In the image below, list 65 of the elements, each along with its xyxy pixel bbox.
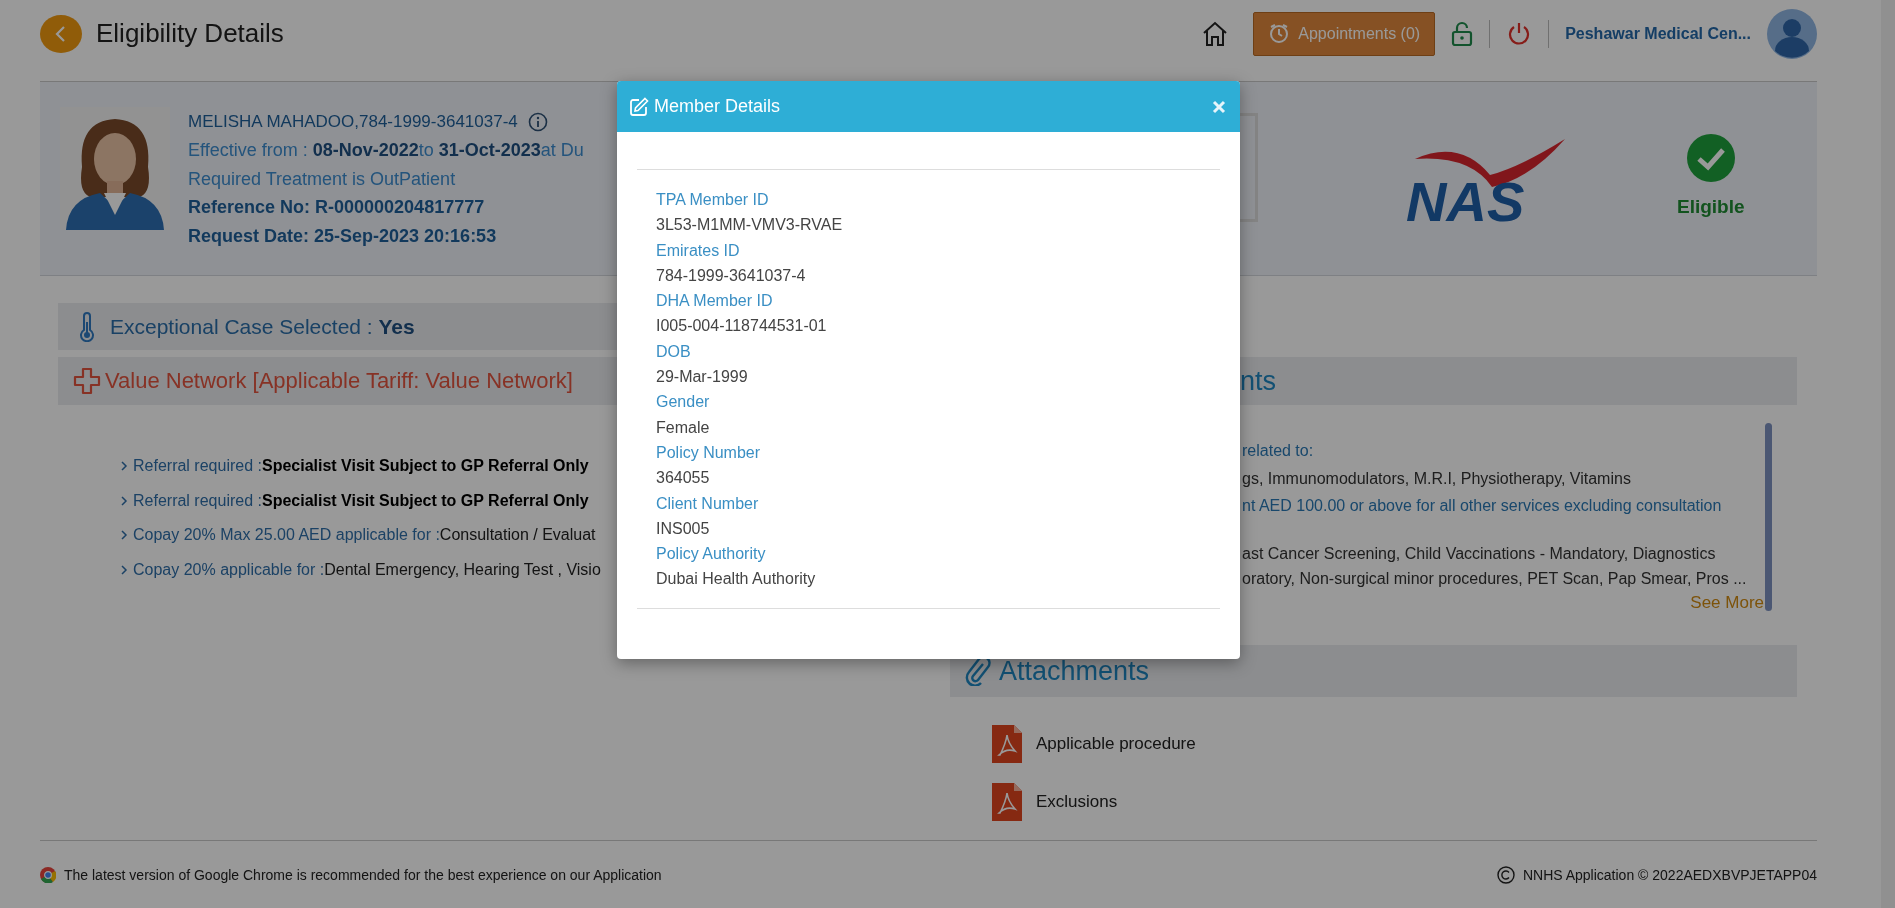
requirement-label: related to: [1242,441,1315,461]
field-label: Client Number [656,493,759,514]
eligibility-status: Eligible [1677,196,1745,218]
dialog-title: Member Details [654,96,781,117]
field-value: INS005 [656,518,710,539]
pdf-icon[interactable] [992,783,1022,821]
field-label: DOB [656,341,691,362]
requirement-text: gs, Immunomodulators, M.R.I, Physiotherapy, Vitamins [1242,469,1632,489]
chevron-icon [120,529,128,541]
copyright-text: NNHS Application © 2022AEDXBVPJETAPP04 [1522,866,1817,883]
see-more-link[interactable]: See More [1690,593,1764,613]
page-title: Eligibility Details [96,18,284,49]
coverage-rule: Copay 20% applicable for :Dental Emergency, Hearing Test , Visio [133,560,601,579]
field-value: 29-Mar-1999 [656,367,748,388]
attachment-link[interactable]: Applicable procedure [1036,734,1196,754]
attachment-link[interactable]: Exclusions [1036,792,1118,812]
field-value: 364055 [656,468,710,489]
requirement-text: oratory, Non-surgical minor procedures, PET Scan, Pap Smear, Pros ... [1242,569,1748,589]
appointments-button[interactable]: Appointments (0) [1253,11,1436,56]
requirement-text: ast Cancer Screening, Child Vaccinations - Mandatory, Diagnostics [1242,544,1717,564]
chevron-left-icon [54,24,68,43]
field-value: Female [656,417,710,438]
request-date: Request Date: 25-Sep-2023 20:16:53 [188,224,497,248]
close-icon[interactable] [1212,99,1226,114]
edit-icon [629,96,649,117]
field-value: I005-004-118744531-01 [656,316,827,337]
chevron-icon [120,563,128,576]
user-avatar-icon[interactable] [1767,8,1817,59]
pdf-icon[interactable] [992,725,1022,763]
hospital-name[interactable]: Peshawar Medical Cen... [1565,24,1751,43]
clock-icon [1268,22,1291,45]
requirements-heading: nts [1240,365,1277,397]
effective-dates: Effective from : 08-Nov-2022to 31-Oct-2023at Du [188,139,584,162]
coverage-rule: Referral required :Specialist Visit Subject to GP Referral Only [133,491,589,510]
patient-name: MELISHA MAHADOO,784-1999-3641037-4 [188,111,518,132]
thermometer-icon [78,311,96,342]
field-label: DHA Member ID [656,291,773,312]
lock-icon[interactable] [1451,20,1474,47]
browser-notice: The latest version of Google Chrome is recommended for the best experience on our Application [64,866,662,883]
coverage-rule: Referral required :Specialist Visit Subject to GP Referral Only [133,457,589,475]
field-label: Gender [656,392,710,413]
chevron-icon [120,460,128,472]
field-label: Policy Authority [656,544,766,565]
plus-icon [72,366,102,396]
info-icon[interactable] [527,111,548,132]
field-value: Dubai Health Authority [656,569,816,590]
chevron-icon [120,494,128,507]
exceptional-case-text: Exceptional Case Selected : Yes [110,314,415,339]
browser-icon [40,866,56,883]
insurer-logo: NAS [1400,137,1570,227]
field-label: TPA Member ID [656,190,769,210]
scrollbar[interactable] [1765,423,1772,611]
field-label: Emirates ID [656,240,740,261]
field-value: 784-1999-3641037-4 [656,265,806,286]
network-text: Value Network [Applicable Tariff: Value Network] [105,368,573,394]
requirement-label: nt AED 100.00 or above for all other services excluding consultation [1242,496,1723,516]
reference-number: Reference No: R-000000204817777 [188,196,485,219]
field-label: Policy Number [656,442,761,463]
treatment-type: Required Treatment is OutPatient [188,167,456,191]
copyright-icon [1496,865,1515,884]
back-button[interactable] [40,14,82,53]
attachments-heading: Attachments [999,655,1150,687]
coverage-rule: Copay 20% Max 25.00 AED applicable for :Consultation / Evaluat [133,526,596,544]
field-value: 3L53-M1MM-VMV3-RVAE [656,215,843,236]
paperclip-icon [965,656,991,686]
